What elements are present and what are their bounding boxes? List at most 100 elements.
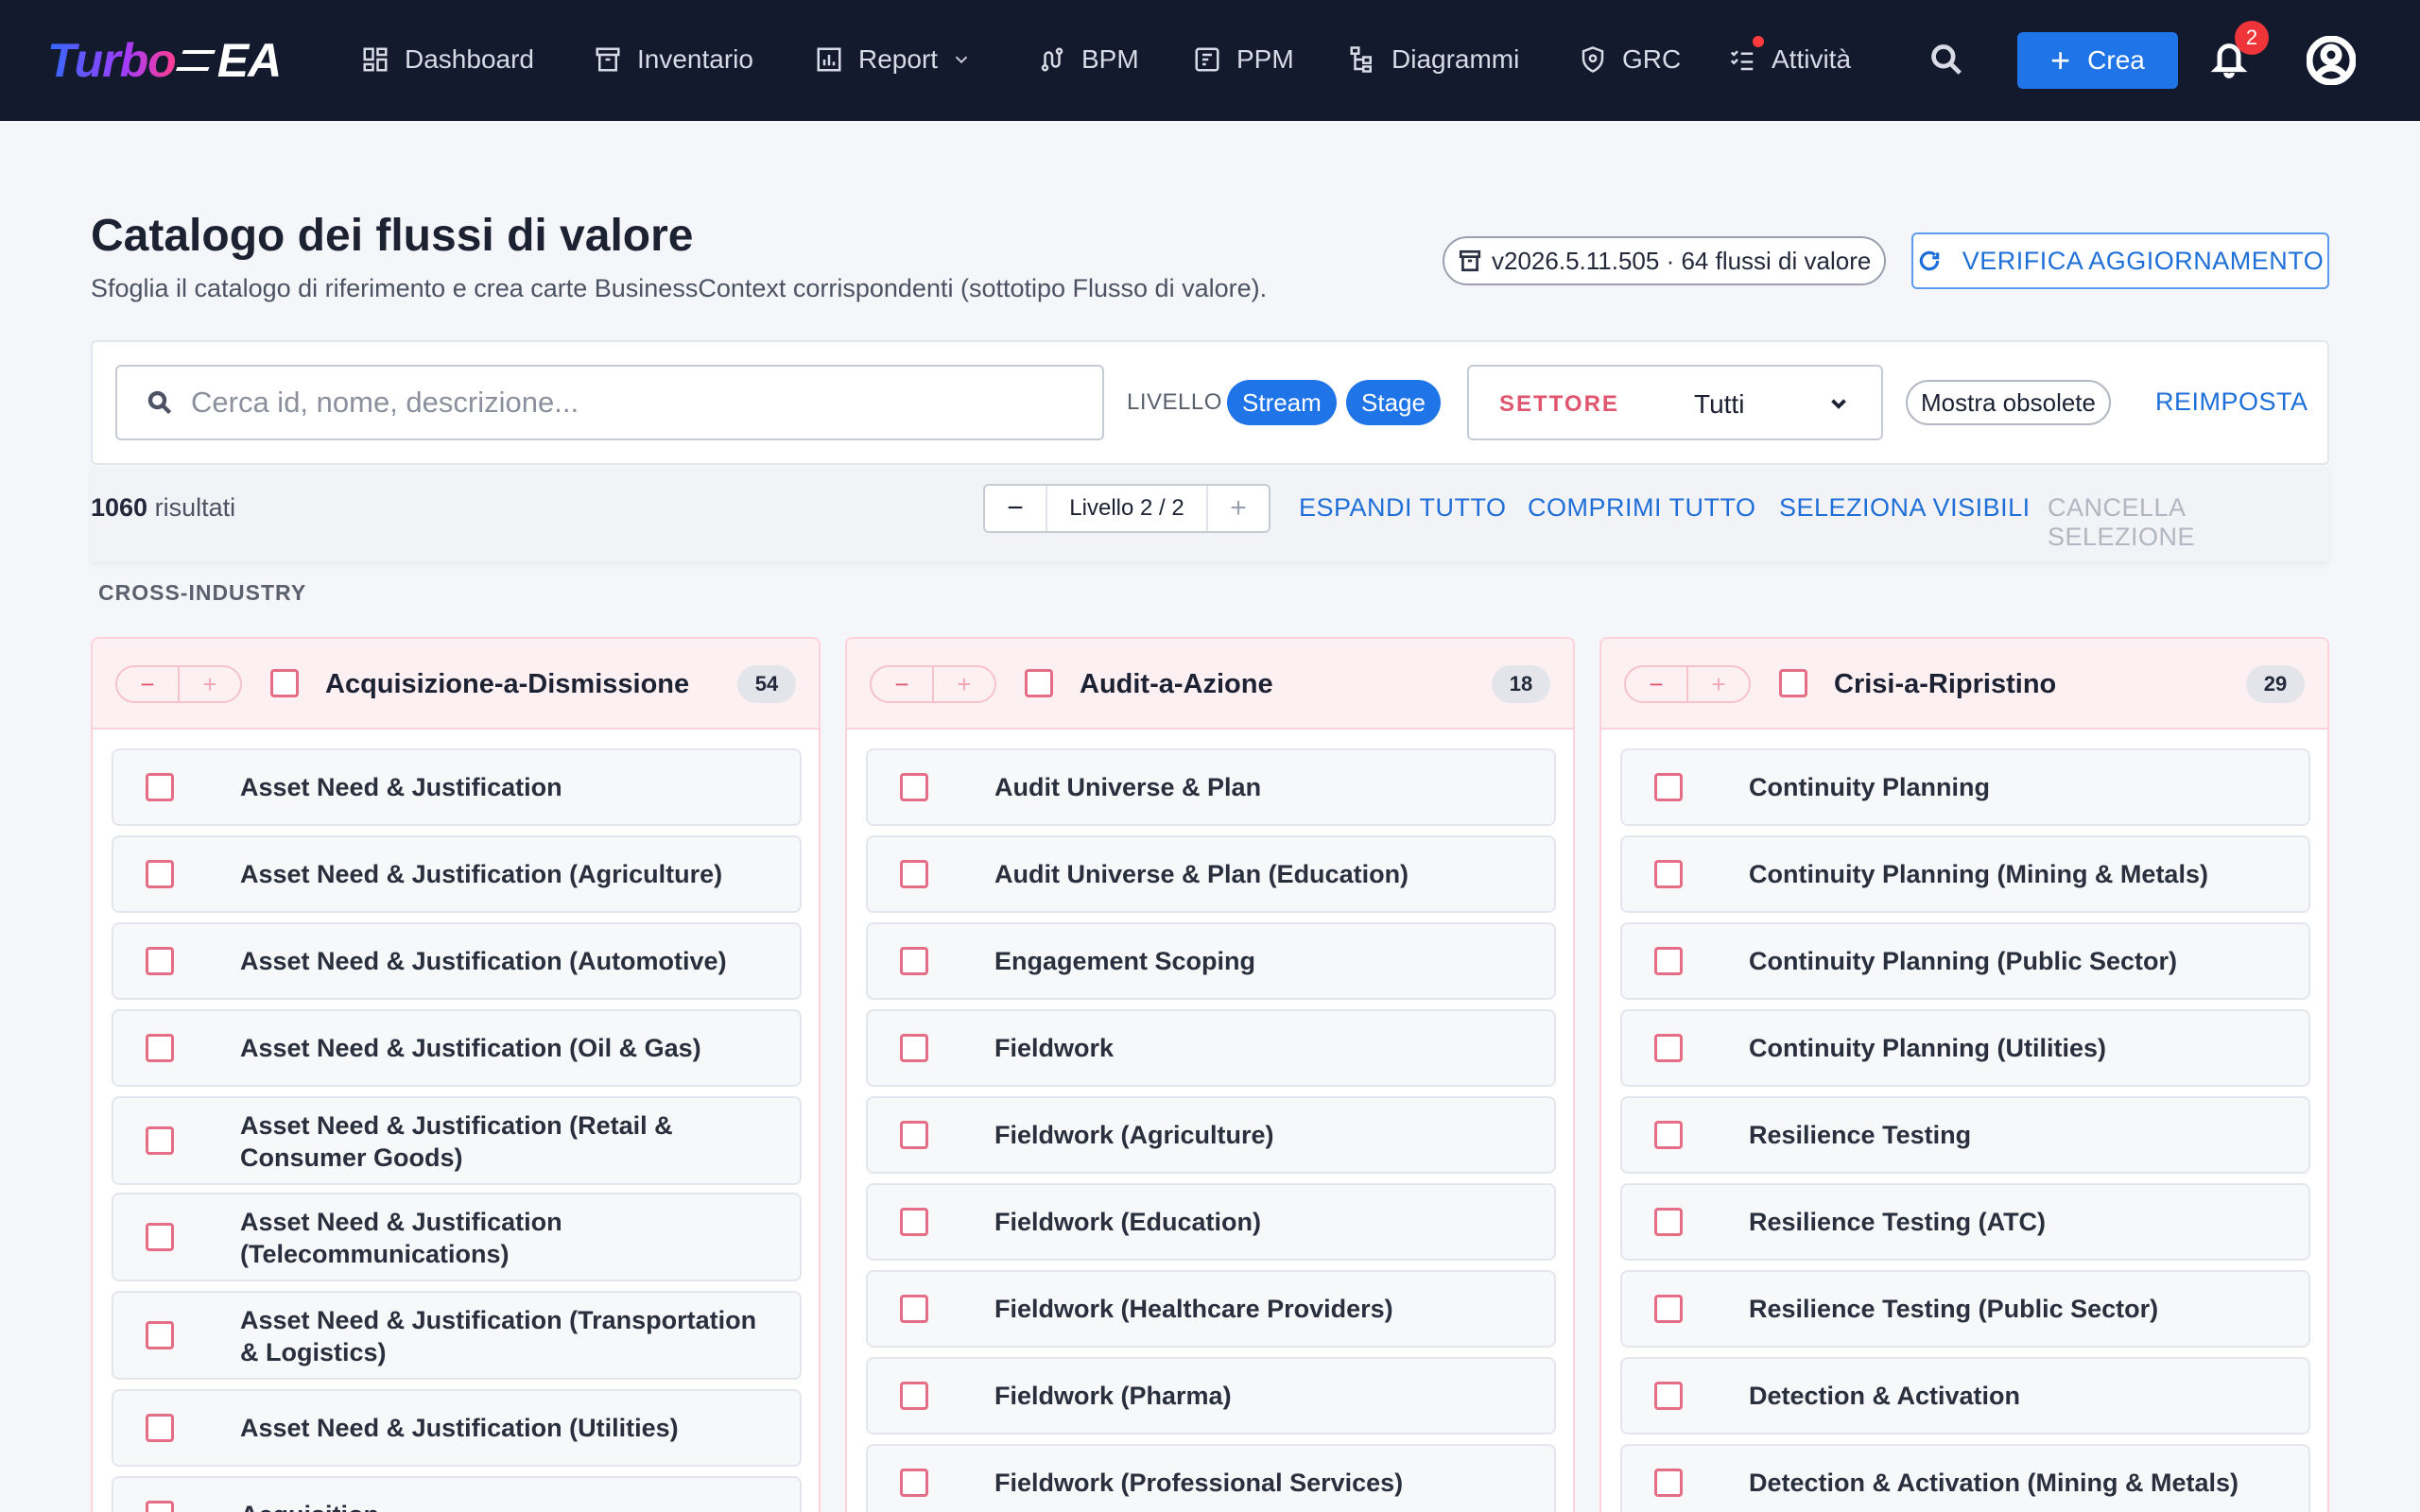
level-chip-stream[interactable]: Stream bbox=[1227, 380, 1337, 425]
list-item[interactable]: Continuity Planning (Mining & Metals) bbox=[1620, 835, 2310, 913]
item-checkbox[interactable] bbox=[900, 947, 928, 975]
check-update-button[interactable]: VERIFICA AGGIORNAMENTO bbox=[1911, 232, 2329, 289]
item-checkbox[interactable] bbox=[146, 860, 174, 888]
nav-inventario[interactable]: Inventario bbox=[594, 36, 753, 83]
turboea-logo[interactable]: Turbo EA bbox=[47, 28, 282, 93]
item-label: Fieldwork (Education) bbox=[994, 1208, 1262, 1236]
item-checkbox[interactable] bbox=[1654, 1469, 1683, 1497]
item-checkbox[interactable] bbox=[1654, 947, 1683, 975]
nav-grc[interactable]: GRC bbox=[1579, 36, 1681, 83]
item-checkbox[interactable] bbox=[146, 1414, 174, 1442]
level-increase-button[interactable]: + bbox=[1208, 492, 1269, 524]
list-item[interactable]: Asset Need & Justification (Transportati… bbox=[112, 1291, 802, 1380]
stream-expand-button[interactable]: + bbox=[932, 667, 994, 701]
global-search-button[interactable] bbox=[1928, 42, 1966, 79]
list-item[interactable]: Asset Need & Justification bbox=[112, 748, 802, 826]
level-decrease-button[interactable]: − bbox=[985, 492, 1046, 524]
list-item[interactable]: Continuity Planning (Public Sector) bbox=[1620, 922, 2310, 1000]
stream-column-acquisizione: − + Acquisizione-a-Dismissione 54 Asset … bbox=[91, 637, 821, 1512]
list-item[interactable]: Detection & Activation bbox=[1620, 1357, 2310, 1435]
refresh-icon bbox=[1919, 250, 1939, 271]
stream-collapse-button[interactable]: − bbox=[1626, 667, 1686, 701]
stream-collapse-button[interactable]: − bbox=[117, 667, 178, 701]
item-checkbox[interactable] bbox=[1654, 1208, 1683, 1236]
show-obsolete-toggle[interactable]: Mostra obsolete bbox=[1906, 380, 2111, 425]
item-checkbox[interactable] bbox=[900, 1382, 928, 1410]
item-checkbox[interactable] bbox=[146, 1223, 174, 1251]
item-checkbox[interactable] bbox=[146, 1034, 174, 1062]
list-item[interactable]: Continuity Planning (Utilities) bbox=[1620, 1009, 2310, 1087]
nav-ppm[interactable]: PPM bbox=[1193, 36, 1294, 83]
nav-bpm[interactable]: BPM bbox=[1038, 36, 1139, 83]
nav-attivita[interactable]: Attività bbox=[1728, 36, 1851, 83]
item-checkbox[interactable] bbox=[146, 773, 174, 801]
list-item[interactable]: Audit Universe & Plan (Education) bbox=[866, 835, 1556, 913]
list-item[interactable]: Asset Need & Justification (Automotive) bbox=[112, 922, 802, 1000]
list-item[interactable]: Fieldwork (Pharma) bbox=[866, 1357, 1556, 1435]
logo-text-turbo: Turbo bbox=[47, 34, 177, 87]
item-checkbox[interactable] bbox=[1654, 1121, 1683, 1149]
stream-checkbox[interactable] bbox=[1025, 669, 1053, 697]
list-item[interactable]: Resilience Testing bbox=[1620, 1096, 2310, 1174]
item-checkbox[interactable] bbox=[1654, 1295, 1683, 1323]
list-item[interactable]: Fieldwork (Education) bbox=[866, 1183, 1556, 1261]
sector-select[interactable]: SETTORE Tutti bbox=[1467, 365, 1883, 440]
list-item[interactable]: Asset Need & Justification (Oil & Gas) bbox=[112, 1009, 802, 1087]
list-item[interactable]: Audit Universe & Plan bbox=[866, 748, 1556, 826]
user-account-button[interactable] bbox=[2306, 35, 2357, 86]
stream-expand-button[interactable]: + bbox=[178, 667, 240, 701]
list-item[interactable]: Resilience Testing (ATC) bbox=[1620, 1183, 2310, 1261]
list-item[interactable]: Asset Need & Justification (Retail & Con… bbox=[112, 1096, 802, 1185]
list-item[interactable]: Detection & Activation (Mining & Metals) bbox=[1620, 1444, 2310, 1512]
item-checkbox[interactable] bbox=[900, 1295, 928, 1323]
item-checkbox[interactable] bbox=[146, 947, 174, 975]
stream-collapse-button[interactable]: − bbox=[872, 667, 932, 701]
collapse-all-button[interactable]: COMPRIMI TUTTO bbox=[1528, 493, 1756, 523]
list-item[interactable]: Asset Need & Justification (Utilities) bbox=[112, 1389, 802, 1467]
clear-selection-button[interactable]: CANCELLA SELEZIONE bbox=[2048, 493, 2329, 552]
item-label: Detection & Activation (Mining & Metals) bbox=[1749, 1469, 2239, 1497]
list-item[interactable]: Acquisition bbox=[112, 1476, 802, 1512]
list-item[interactable]: Fieldwork bbox=[866, 1009, 1556, 1087]
item-checkbox[interactable] bbox=[900, 1208, 928, 1236]
catalog-search-input[interactable] bbox=[191, 386, 1042, 420]
item-checkbox[interactable] bbox=[1654, 1382, 1683, 1410]
create-button[interactable]: + Crea bbox=[2017, 32, 2178, 89]
stream-column-audit: − + Audit-a-Azione 18 Audit Universe & P… bbox=[845, 637, 1575, 1512]
select-visible-button[interactable]: SELEZIONA VISIBILI bbox=[1779, 493, 2031, 523]
item-checkbox[interactable] bbox=[900, 1121, 928, 1149]
list-item[interactable]: Asset Need & Justification (Telecommunic… bbox=[112, 1193, 802, 1281]
item-checkbox[interactable] bbox=[900, 1469, 928, 1497]
list-item[interactable]: Continuity Planning bbox=[1620, 748, 2310, 826]
item-checkbox[interactable] bbox=[146, 1501, 174, 1512]
level-chip-stage[interactable]: Stage bbox=[1346, 380, 1441, 425]
list-item[interactable]: Asset Need & Justification (Agriculture) bbox=[112, 835, 802, 913]
catalog-search-box[interactable] bbox=[115, 365, 1104, 440]
route-icon bbox=[1041, 47, 1063, 72]
nav-dashboard[interactable]: Dashboard bbox=[361, 36, 534, 83]
item-checkbox[interactable] bbox=[1654, 860, 1683, 888]
stream-expand-button[interactable]: + bbox=[1686, 667, 1749, 701]
expand-all-button[interactable]: ESPANDI TUTTO bbox=[1299, 493, 1507, 523]
item-checkbox[interactable] bbox=[900, 860, 928, 888]
stream-checkbox[interactable] bbox=[270, 669, 299, 697]
list-item[interactable]: Fieldwork (Healthcare Providers) bbox=[866, 1270, 1556, 1348]
item-checkbox[interactable] bbox=[1654, 1034, 1683, 1062]
item-checkbox[interactable] bbox=[900, 1034, 928, 1062]
stream-title: Audit-a-Azione bbox=[1080, 669, 1273, 699]
list-item[interactable]: Engagement Scoping bbox=[866, 922, 1556, 1000]
item-checkbox[interactable] bbox=[146, 1321, 174, 1349]
item-checkbox[interactable] bbox=[146, 1126, 174, 1155]
list-item[interactable]: Resilience Testing (Public Sector) bbox=[1620, 1270, 2310, 1348]
page-subtitle: Sfoglia il catalogo di riferimento e cre… bbox=[91, 274, 1268, 302]
nav-report[interactable]: Report bbox=[815, 36, 972, 83]
item-checkbox[interactable] bbox=[900, 773, 928, 801]
stream-count-badge: 54 bbox=[737, 665, 796, 703]
list-item[interactable]: Fieldwork (Agriculture) bbox=[866, 1096, 1556, 1174]
item-checkbox[interactable] bbox=[1654, 773, 1683, 801]
reset-filters-button[interactable]: REIMPOSTA bbox=[2155, 387, 2308, 417]
stream-stepper: − + bbox=[1624, 665, 1751, 703]
nav-diagrammi[interactable]: Diagrammi bbox=[1348, 36, 1519, 83]
stream-checkbox[interactable] bbox=[1779, 669, 1807, 697]
list-item[interactable]: Fieldwork (Professional Services) bbox=[866, 1444, 1556, 1512]
